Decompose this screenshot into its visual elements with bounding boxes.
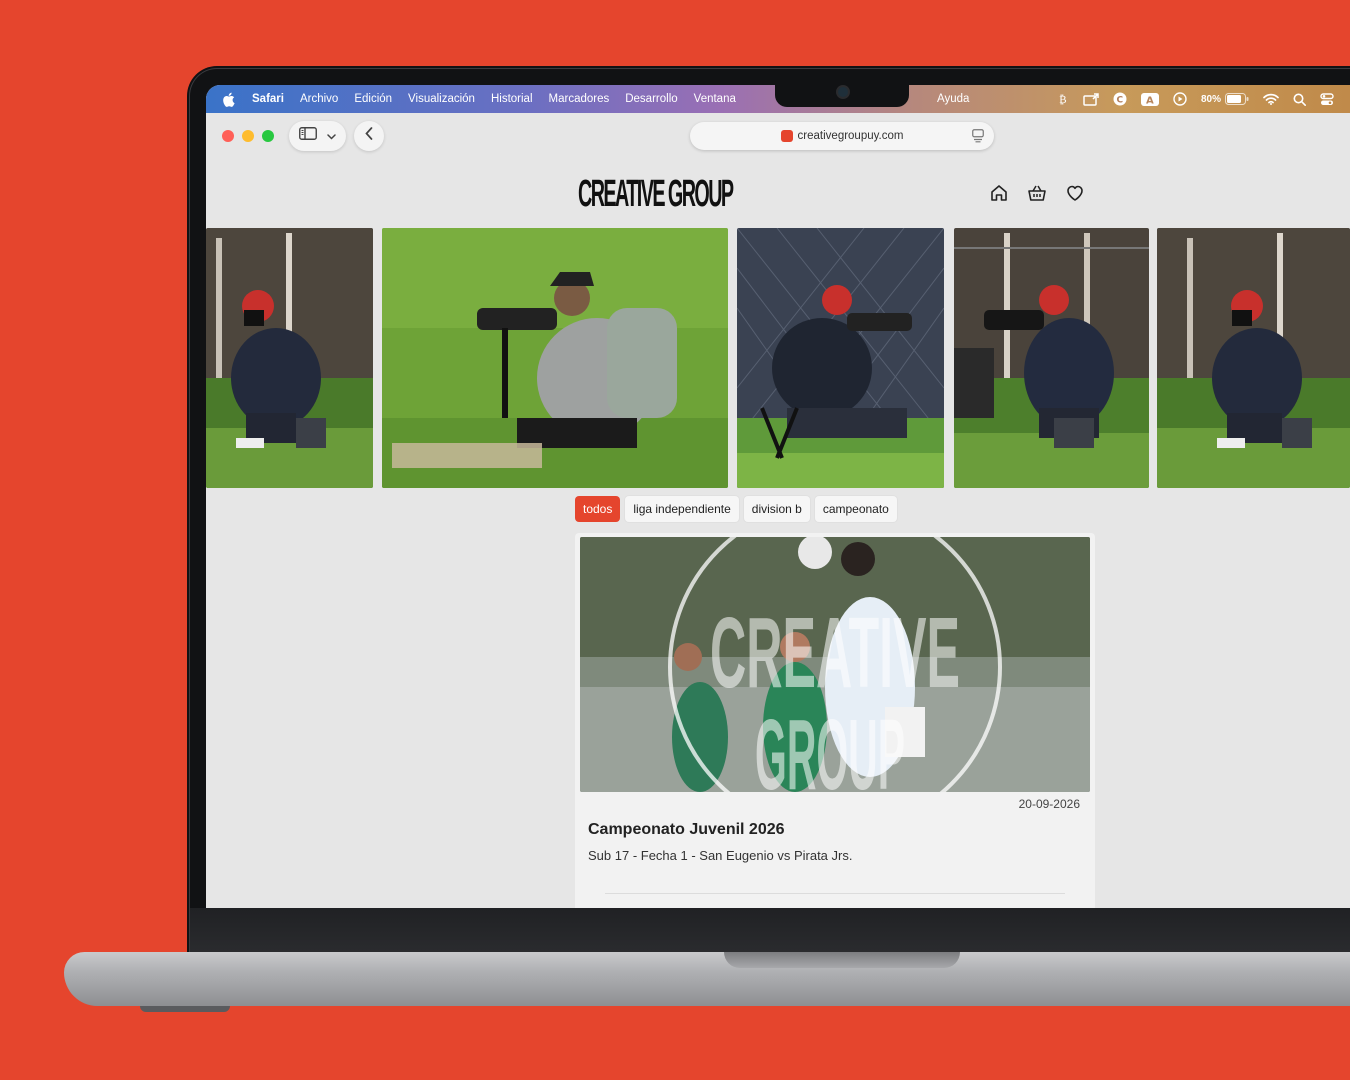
album-date: 20-09-2026 [1018, 797, 1080, 811]
input-source-icon[interactable]: A [1140, 92, 1159, 106]
url-text: creativegroupuy.com [797, 130, 904, 142]
chevron-left-icon [365, 127, 373, 145]
carousel-photo-5[interactable] [1157, 228, 1350, 488]
filter-campeonato[interactable]: campeonato [814, 496, 897, 522]
reader-mode-icon[interactable] [972, 129, 984, 146]
menu-ventana[interactable]: Ventana [694, 93, 736, 105]
photo-carousel[interactable] [206, 228, 1350, 488]
screen: Safari Archivo Edición Visualización His… [206, 85, 1350, 908]
menu-app-safari[interactable]: Safari [252, 93, 284, 105]
site-logo[interactable]: CREATIVE GROUP [578, 175, 734, 213]
spotlight-search-icon[interactable] [1293, 93, 1306, 106]
carousel-photo-4[interactable] [954, 228, 1149, 488]
laptop-chin [190, 908, 1350, 952]
menu-marcadores[interactable]: Marcadores [549, 93, 610, 105]
wifi-icon[interactable] [1263, 93, 1279, 105]
watermark-text-bottom: GROUP [755, 699, 905, 792]
shopping-basket-icon[interactable] [1027, 183, 1047, 208]
svg-text:₿: ₿ [1059, 93, 1067, 105]
svg-text:A: A [1146, 95, 1154, 106]
album-subtitle: Sub 17 - Fecha 1 - San Eugenio vs Pirata… [588, 848, 853, 863]
battery-percent: 80% [1200, 93, 1221, 105]
chevron-down-icon [327, 127, 336, 145]
laptop-foot [140, 1006, 230, 1012]
play-circle-icon[interactable] [1173, 92, 1187, 106]
status-area: ₿ C A 80% [1059, 85, 1350, 113]
camera-notch [775, 85, 909, 107]
laptop-base [64, 952, 1350, 1006]
laptop-opening-notch [724, 952, 960, 968]
browser-toolbar: creativegroupuy.com [206, 113, 1350, 159]
watermark-text-top: CREATIVE [710, 597, 960, 709]
back-button[interactable] [354, 121, 384, 151]
menu-right-group: Ayuda [937, 85, 985, 113]
zoom-window-button[interactable] [262, 130, 274, 142]
menu-bar: Safari Archivo Edición Visualización His… [206, 85, 1350, 113]
sidebar-toggle-button[interactable] [289, 121, 346, 151]
battery-icon[interactable] [1225, 93, 1249, 105]
camera-icon [838, 87, 848, 97]
album-title[interactable]: Campeonato Juvenil 2026 [588, 821, 785, 839]
bitcoin-icon[interactable]: ₿ [1059, 93, 1069, 105]
heart-icon[interactable] [1065, 183, 1085, 208]
home-icon[interactable] [989, 183, 1009, 208]
category-filters: todos liga independiente division b camp… [575, 496, 897, 522]
filter-division-b[interactable]: division b [743, 496, 810, 522]
control-center-icon[interactable] [1320, 92, 1334, 106]
minimize-window-button[interactable] [242, 130, 254, 142]
svg-text:C: C [1116, 96, 1123, 106]
c-badge-icon[interactable]: C [1113, 92, 1127, 106]
window-controls [222, 130, 274, 142]
menu-desarrollo[interactable]: Desarrollo [625, 93, 677, 105]
site-favicon-icon [780, 130, 793, 142]
sidebar-icon [299, 127, 317, 145]
close-window-button[interactable] [222, 130, 234, 142]
album-cover-image[interactable]: CREATIVE GROUP [580, 537, 1090, 792]
screen-share-icon[interactable] [1083, 92, 1099, 106]
menu-archivo[interactable]: Archivo [300, 93, 338, 105]
menu-ayuda[interactable]: Ayuda [937, 93, 969, 105]
carousel-photo-1[interactable] [206, 228, 373, 488]
card-divider [605, 893, 1065, 894]
apple-icon[interactable] [222, 91, 238, 107]
header-nav [989, 183, 1085, 208]
menu-edicion[interactable]: Edición [354, 93, 392, 105]
address-bar[interactable]: creativegroupuy.com [690, 122, 994, 150]
menu-visualizacion[interactable]: Visualización [408, 93, 475, 105]
carousel-photo-2[interactable] [382, 228, 728, 488]
carousel-photo-3[interactable] [737, 228, 944, 488]
filter-liga-independiente[interactable]: liga independiente [625, 496, 739, 522]
filter-todos[interactable]: todos [575, 496, 621, 522]
menu-historial[interactable]: Historial [491, 93, 533, 105]
album-card[interactable]: CREATIVE GROUP 20-09-2026 Campeonato Juv… [575, 533, 1095, 908]
